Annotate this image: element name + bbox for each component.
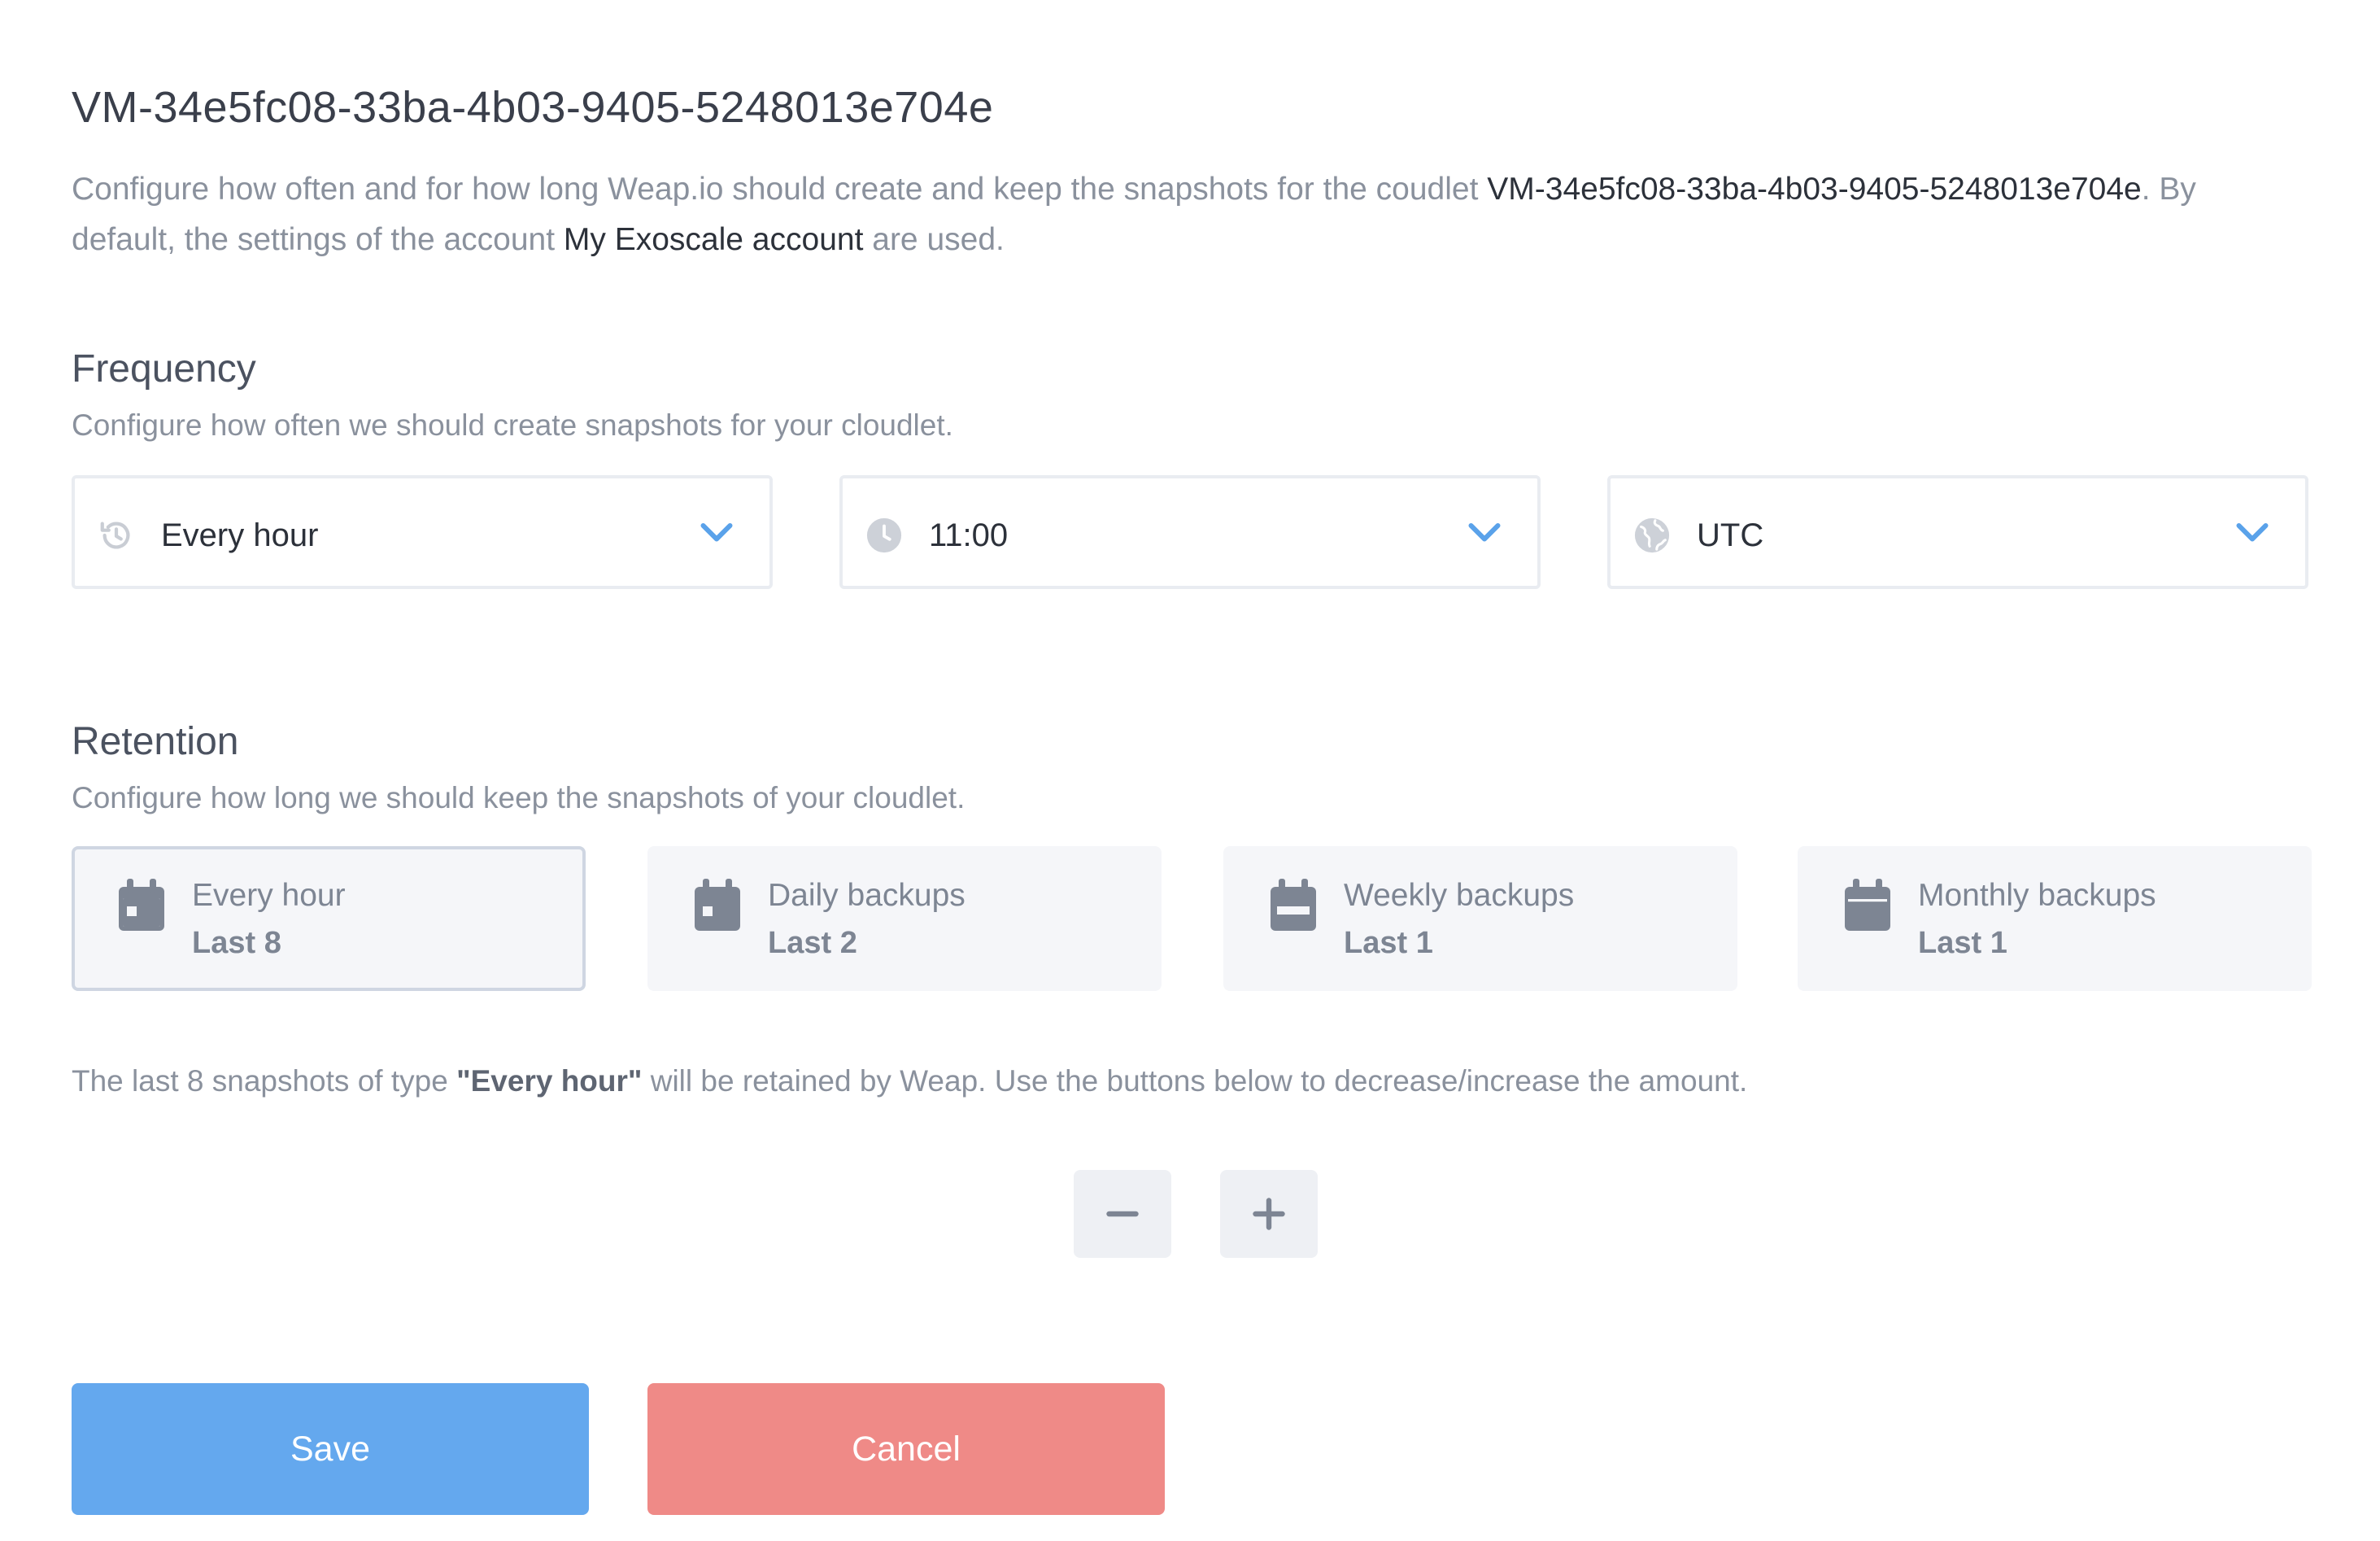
time-value: 11:00: [929, 517, 1009, 553]
retention-card-label: Weekly backups: [1344, 878, 1575, 913]
frequency-title: Frequency: [72, 347, 256, 391]
plus-icon: [1253, 1198, 1285, 1230]
retention-note-part-1: The last 8 snapshots of type: [72, 1064, 457, 1098]
timezone-value: UTC: [1697, 517, 1764, 553]
retention-card-value: Last 8: [192, 926, 281, 960]
history-icon: [100, 522, 130, 549]
increase-button[interactable]: [1220, 1170, 1318, 1258]
intro-account-name: My Exoscale account: [563, 222, 864, 257]
chevron-down-icon: [2236, 523, 2269, 542]
chevron-down-icon: [1468, 523, 1501, 542]
globe-icon: [1634, 517, 1670, 553]
retention-description: Configure how long we should keep the sn…: [72, 781, 966, 814]
minus-icon: [1106, 1211, 1139, 1217]
retention-note-part-2: will be retained by Weap. Use the button…: [642, 1064, 1748, 1098]
time-select[interactable]: 11:00: [839, 475, 1541, 589]
retention-card-label: Monthly backups: [1918, 878, 2156, 913]
save-button[interactable]: Save: [72, 1383, 589, 1515]
retention-card-value: Last 1: [1344, 926, 1433, 960]
retention-card-weekly[interactable]: Weekly backups Last 1: [1223, 846, 1737, 991]
interval-value: Every hour: [161, 517, 319, 553]
snapshot-settings-page: VM-34e5fc08-33ba-4b03-9405-5248013e704e …: [0, 0, 2380, 1541]
calendar-month-icon: [1845, 879, 1890, 931]
retention-note-type: "Every hour": [456, 1064, 643, 1098]
retention-card-value: Last 2: [768, 926, 857, 960]
retention-card-monthly[interactable]: Monthly backups Last 1: [1798, 846, 2312, 991]
retention-card-label: Every hour: [192, 878, 346, 913]
cancel-button[interactable]: Cancel: [647, 1383, 1165, 1515]
page-title: VM-34e5fc08-33ba-4b03-9405-5248013e704e: [72, 83, 994, 132]
intro-part-3: are used.: [863, 222, 1005, 257]
chevron-down-icon: [700, 523, 733, 542]
intro-part-1: Configure how often and for how long Wea…: [72, 172, 1488, 207]
calendar-day-icon: [119, 879, 164, 931]
retention-card-label: Daily backups: [768, 878, 966, 913]
calendar-day-icon: [695, 879, 740, 931]
interval-select[interactable]: Every hour: [72, 475, 773, 589]
frequency-description: Configure how often we should create sna…: [72, 408, 953, 442]
timezone-select[interactable]: UTC: [1607, 475, 2308, 589]
clock-icon: [866, 517, 902, 553]
retention-title: Retention: [72, 720, 239, 763]
retention-card-value: Last 1: [1918, 926, 2007, 960]
calendar-week-icon: [1271, 879, 1316, 931]
retention-card-daily[interactable]: Daily backups Last 2: [647, 846, 1162, 991]
decrease-button[interactable]: [1074, 1170, 1171, 1258]
intro-cloudlet-name: VM-34e5fc08-33ba-4b03-9405-5248013e704e: [1487, 172, 2142, 207]
retention-card-every-hour[interactable]: Every hour Last 8: [72, 846, 586, 991]
intro-text: Configure how often and for how long Wea…: [72, 164, 2227, 265]
retention-note: The last 8 snapshots of type "Every hour…: [72, 1061, 1747, 1102]
